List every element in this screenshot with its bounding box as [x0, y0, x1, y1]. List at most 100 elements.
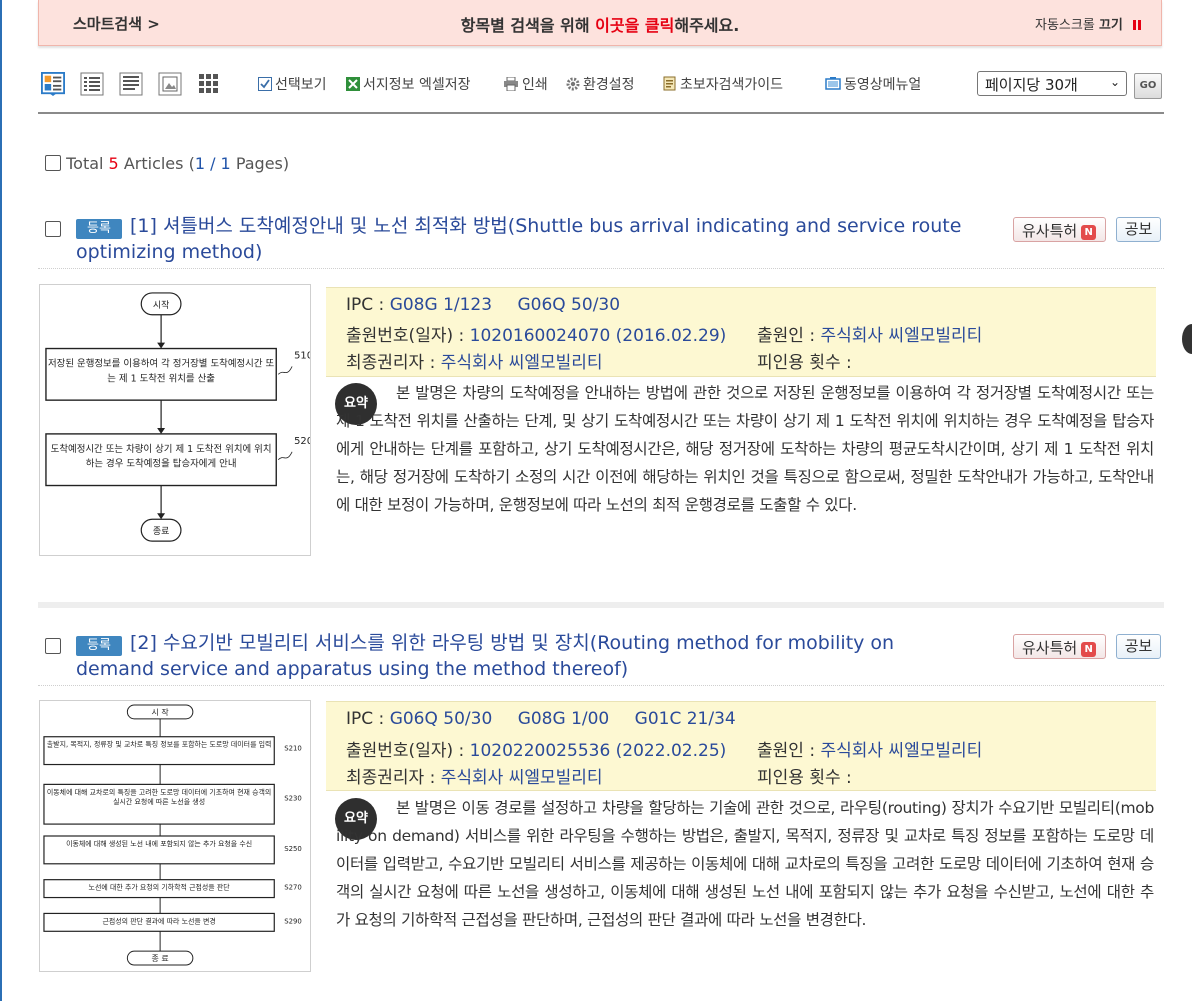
total-prefix: Total — [66, 154, 109, 173]
select-view-button[interactable]: 선택보기 — [258, 74, 327, 94]
guide-book-icon — [663, 76, 676, 91]
figure-end-text: 종 료 — [152, 954, 169, 963]
application-no-link[interactable]: 1020220025536 (2022.02.25) — [470, 741, 727, 761]
view-grid-icon[interactable] — [196, 72, 222, 96]
citations-label: 피인용 횟수 : — [757, 353, 852, 373]
excel-icon — [346, 77, 360, 91]
banner-message-suffix: 해주세요. — [674, 16, 740, 35]
banner-message[interactable]: 항목별 검색을 위해 이곳을 클릭해주세요. — [39, 12, 1161, 36]
publication-button[interactable]: 공보 — [1116, 634, 1161, 659]
select-view-label: 선택보기 — [275, 77, 327, 93]
figure-start-text: 시작 — [153, 300, 169, 311]
pause-icon — [1133, 19, 1143, 34]
auto-scroll-toggle[interactable]: 자동스크롤 끄기 — [1035, 14, 1143, 34]
application-no-label: 출원번호(일자) : — [346, 741, 465, 761]
figure-step-text: 저장된 운행정보를 이용하여 각 정거장별 도착예정시간 또는 제 1 도착전 … — [47, 358, 275, 385]
publication-button[interactable]: 공보 — [1116, 217, 1161, 242]
total-page-range: 1 / 1 — [194, 154, 231, 173]
article-title-link[interactable]: [2] 수요기반 모빌리티 서비스를 위한 라우팅 방법 및 장치(Routin… — [76, 630, 976, 682]
view-abstract-icon[interactable] — [40, 72, 66, 96]
scroll-top-button[interactable] — [1182, 324, 1192, 354]
article-title-link[interactable]: [1] 셔틀버스 도착예정안내 및 노선 최적화 방법(Shuttle bus … — [76, 213, 976, 265]
printer-icon — [504, 77, 518, 91]
beginner-guide-button[interactable]: 초보자검색가이드 — [663, 74, 783, 94]
banner-click-link[interactable]: 이곳을 클릭 — [595, 16, 674, 35]
similar-patent-button[interactable]: 유사특허 N — [1013, 634, 1106, 659]
new-badge-icon: N — [1081, 225, 1097, 240]
figure-ref-number: 520 — [294, 436, 311, 447]
ipc-code-link[interactable]: G01C 21/34 — [635, 709, 736, 729]
ipc-label: IPC : — [346, 709, 385, 729]
similar-patent-label: 유사특허 — [1022, 639, 1078, 657]
settings-button[interactable]: 환경설정 — [566, 74, 635, 94]
checkbox-icon — [258, 77, 272, 91]
result-toolbar: 선택보기 서지정보 엑셀저장 인쇄 환경설정 초보자검색가이드 동영상메뉴얼 페… — [38, 66, 1164, 114]
excel-save-button[interactable]: 서지정보 엑셀저장 — [346, 74, 471, 94]
per-page-select[interactable]: 페이지당 30개 ⌄ — [977, 71, 1127, 96]
video-manual-label: 동영상메뉴얼 — [844, 77, 922, 93]
video-manual-button[interactable]: 동영상메뉴얼 — [825, 74, 921, 94]
applicant-label: 출원인 : — [757, 741, 816, 761]
view-text-icon[interactable] — [118, 72, 144, 96]
representative-drawing[interactable]: 시작 저장된 운행정보를 이용하여 각 정거장별 도착예정시간 또는 제 1 도… — [39, 284, 311, 556]
figure-end-text: 종료 — [153, 526, 169, 537]
total-articles-text: Articles ( — [118, 154, 195, 173]
figure-step-text: 출발지, 목적지, 정류장 및 교차로 특징 정보를 포함하는 도로망 데이터를… — [46, 740, 272, 749]
article-checkbox[interactable] — [45, 638, 61, 654]
final-holder-link[interactable]: 주식회사 씨엘모빌리티 — [441, 353, 603, 373]
auto-scroll-state: 끄기 — [1098, 18, 1123, 33]
select-all-checkbox[interactable] — [45, 155, 61, 171]
view-list-icon[interactable] — [79, 72, 105, 96]
representative-drawing[interactable]: 시 작 출발지, 목적지, 정류장 및 교차로 특징 정보를 포함하는 도로망 … — [39, 700, 311, 972]
ipc-label: IPC : — [346, 295, 385, 315]
video-monitor-icon — [825, 77, 841, 90]
article-separator — [38, 602, 1164, 608]
gear-icon — [566, 77, 580, 91]
total-pages-text: Pages) — [230, 154, 290, 173]
figure-step-text: 이동체에 대해 교차로의 특징을 고려한 도로망 데이터에 기초하여 현재 승객… — [46, 788, 272, 807]
figure-ref-number: 510 — [294, 350, 311, 361]
final-holder-link[interactable]: 주식회사 씨엘모빌리티 — [441, 768, 603, 788]
ipc-code-link[interactable]: G06Q 50/30 — [390, 709, 493, 729]
final-holder-label: 최종권리자 : — [346, 353, 436, 373]
ipc-code-link[interactable]: G06Q 50/30 — [517, 295, 620, 315]
figure-step-text: 근접성의 판단 결과에 따라 노선을 변경 — [102, 917, 216, 926]
ipc-code-link[interactable]: G08G 1/123 — [390, 295, 492, 315]
ipc-code-link[interactable]: G08G 1/00 — [518, 709, 610, 729]
application-no-link[interactable]: 1020160024070 (2016.02.29) — [470, 326, 727, 346]
application-no-label: 출원번호(일자) : — [346, 326, 465, 346]
figure-step-text: 노선에 대한 추가 요청의 기하학적 근접성을 판단 — [88, 883, 230, 892]
citations-label: 피인용 횟수 : — [757, 768, 852, 788]
figure-step-text: 도착예정시간 또는 차량이 상기 제 1 도착전 위치에 위치하는 경우 도착예… — [50, 443, 272, 470]
auto-scroll-label: 자동스크롤 — [1035, 18, 1099, 33]
bibliographic-info: IPC : G06Q 50/30 G08G 1/00 G01C 21/34 출원… — [326, 701, 1156, 791]
article-header: 등록 [1] 셔틀버스 도착예정안내 및 노선 최적화 방법(Shuttle b… — [38, 213, 1164, 269]
bibliographic-info: IPC : G08G 1/123 G06Q 50/30 출원번호(일자) : 1… — [326, 287, 1156, 377]
figure-start-text: 시 작 — [152, 707, 170, 717]
applicant-link[interactable]: 주식회사 씨엘모빌리티 — [820, 326, 982, 346]
final-holder-label: 최종권리자 : — [346, 768, 436, 788]
similar-patent-label: 유사특허 — [1022, 222, 1078, 240]
chevron-down-icon: ⌄ — [1109, 75, 1120, 89]
article-checkbox[interactable] — [45, 221, 61, 237]
article-header: 등록 [2] 수요기반 모빌리티 서비스를 위한 라우팅 방법 및 장치(Rou… — [38, 630, 1164, 686]
banner-message-prefix: 항목별 검색을 위해 — [460, 16, 596, 35]
beginner-guide-label: 초보자검색가이드 — [680, 77, 784, 93]
view-image-icon[interactable] — [157, 72, 183, 96]
applicant-link[interactable]: 주식회사 씨엘모빌리티 — [820, 741, 982, 761]
search-banner[interactable]: 스마트검색 > 항목별 검색을 위해 이곳을 클릭해주세요. 자동스크롤 끄기 — [38, 0, 1162, 46]
figure-step-text: 이동체에 대해 생성된 노선 내에 포함되지 않는 추가 요청을 수신 — [66, 839, 253, 848]
print-button[interactable]: 인쇄 — [503, 74, 548, 94]
abstract-text: 본 발명은 차량의 도착예정을 안내하는 방법에 관한 것으로 저장된 운행정보… — [336, 384, 1154, 514]
figure-ref-number: S230 — [284, 794, 302, 802]
abstract-text: 본 발명은 이동 경로를 설정하고 차량을 할당하는 기술에 관한 것으로, 라… — [336, 799, 1154, 929]
total-articles: Total 5 Articles (1 / 1 Pages) — [45, 154, 289, 173]
go-button[interactable]: GO — [1134, 73, 1162, 99]
figure-ref-number: S250 — [284, 845, 302, 853]
total-count: 5 — [108, 154, 119, 173]
similar-patent-button[interactable]: 유사특허 N — [1013, 217, 1106, 242]
figure-ref-number: S210 — [284, 745, 302, 753]
applicant-label: 출원인 : — [757, 326, 816, 346]
figure-ref-number: S290 — [284, 917, 302, 925]
figure-ref-number: S270 — [284, 884, 302, 892]
